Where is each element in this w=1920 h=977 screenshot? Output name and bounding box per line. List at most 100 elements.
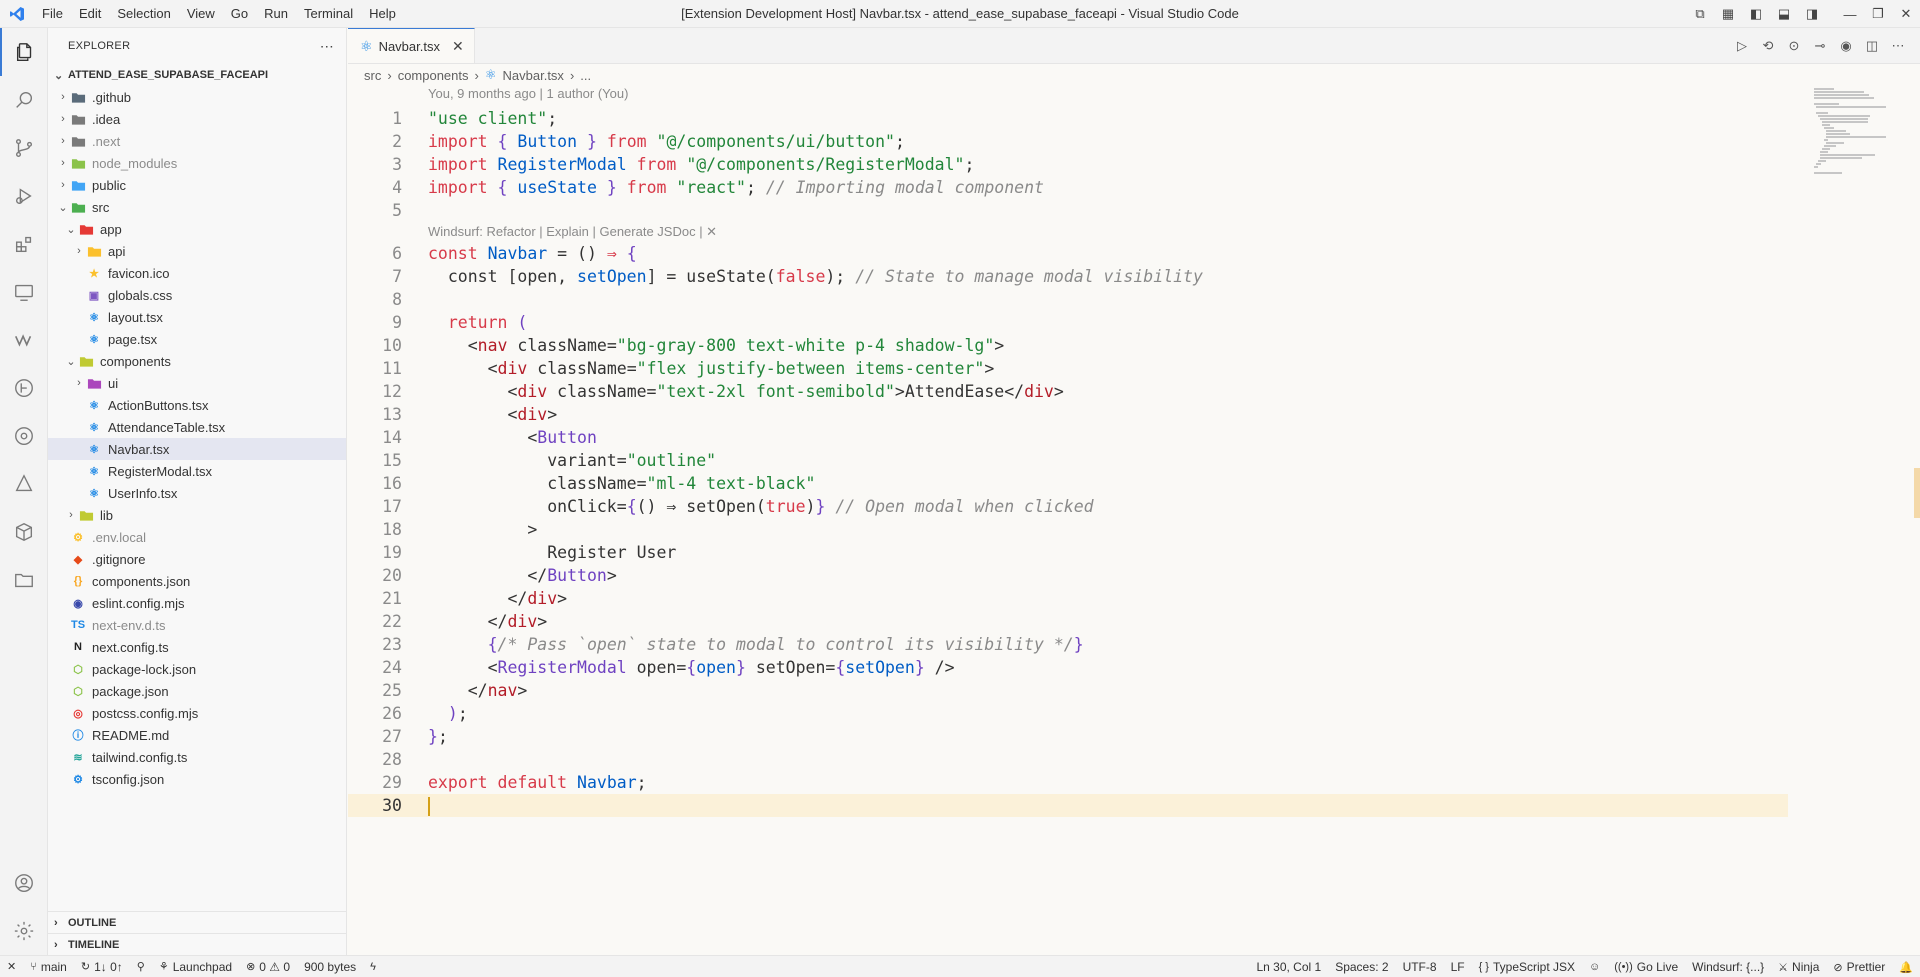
containers-icon[interactable]	[0, 508, 48, 556]
status-item[interactable]: Ln 30, Col 1	[1249, 960, 1328, 974]
tree-item[interactable]: ▣ globals.css	[48, 284, 346, 306]
code-editor[interactable]: 1 "use client"; 2 import { Button } from "@…	[348, 107, 1788, 817]
menu-help[interactable]: Help	[361, 0, 404, 28]
extensions-icon[interactable]	[0, 220, 48, 268]
tree-item[interactable]: {} components.json	[48, 570, 346, 592]
open-changes-icon[interactable]: ⟲	[1758, 36, 1778, 56]
tree-item[interactable]: ⬡ package-lock.json	[48, 658, 346, 680]
status-item[interactable]: 900 bytes	[297, 960, 363, 974]
status-item[interactable]: ⚘ Launchpad	[152, 960, 239, 974]
menu-edit[interactable]: Edit	[71, 0, 109, 28]
gitlens-inspect-icon[interactable]: ◉	[1836, 36, 1856, 56]
timeline-section[interactable]: › TIMELINE	[48, 933, 346, 955]
breadcrumb-item[interactable]: components	[398, 68, 469, 83]
status-item[interactable]: UTF-8	[1396, 960, 1444, 974]
toggle-panel-icon[interactable]: ⬓	[1770, 0, 1798, 28]
project-manager-icon[interactable]	[0, 556, 48, 604]
toggle-secondary-sidebar-icon[interactable]: ◨	[1798, 0, 1826, 28]
project-root[interactable]: ⌄ ATTEND_EASE_SUPABASE_FACEAPI	[48, 64, 346, 86]
menu-terminal[interactable]: Terminal	[296, 0, 361, 28]
more-actions-icon[interactable]: ⋯	[320, 38, 334, 55]
status-item[interactable]: ⑂ main	[23, 960, 74, 974]
source-control-icon[interactable]	[0, 124, 48, 172]
close-tab-icon[interactable]: ✕	[452, 38, 464, 55]
tree-item[interactable]: ⌄ src	[48, 196, 346, 218]
close-window-icon[interactable]: ✕	[1892, 0, 1920, 28]
tree-item[interactable]: ◉ eslint.config.mjs	[48, 592, 346, 614]
status-item[interactable]: ✕	[0, 960, 23, 973]
tree-item[interactable]: ⚛ page.tsx	[48, 328, 346, 350]
menu-view[interactable]: View	[179, 0, 223, 28]
status-item[interactable]: ⚔ Ninja	[1771, 960, 1826, 974]
tree-item[interactable]: ⚙ .env.local	[48, 526, 346, 548]
menu-go[interactable]: Go	[223, 0, 256, 28]
tree-item[interactable]: ⚛ UserInfo.tsx	[48, 482, 346, 504]
tree-item[interactable]: ⚙ tsconfig.json	[48, 768, 346, 790]
tree-item[interactable]: › api	[48, 240, 346, 262]
status-item[interactable]: { } TypeScript JSX	[1472, 960, 1582, 974]
tree-item[interactable]: ≋ tailwind.config.ts	[48, 746, 346, 768]
customize-layout-icon[interactable]: ▦	[1714, 0, 1742, 28]
tree-item[interactable]: ★ favicon.ico	[48, 262, 346, 284]
status-item[interactable]: 🔔	[1892, 961, 1920, 974]
git-graph-icon[interactable]	[0, 364, 48, 412]
tree-item[interactable]: TS next-env.d.ts	[48, 614, 346, 636]
breadcrumb-item[interactable]: Navbar.tsx	[503, 68, 564, 83]
windsurf-codelens[interactable]: Windsurf: Refactor | Explain | Generate …	[428, 222, 1788, 242]
breadcrumb-item[interactable]: ...	[580, 68, 591, 83]
run-debug-icon[interactable]	[0, 172, 48, 220]
status-item[interactable]: LF	[1444, 960, 1472, 974]
explorer-icon[interactable]	[0, 28, 48, 76]
toggle-sidebar-icon[interactable]: ◧	[1742, 0, 1770, 28]
tab-navbar[interactable]: ⚛ Navbar.tsx ✕	[348, 28, 475, 63]
tree-item[interactable]: ⚛ AttendanceTable.tsx	[48, 416, 346, 438]
tree-item[interactable]: › public	[48, 174, 346, 196]
tree-item[interactable]: › .idea	[48, 108, 346, 130]
windsurf-icon[interactable]	[0, 316, 48, 364]
tree-item[interactable]: ⓘ README.md	[48, 724, 346, 746]
deploy-icon[interactable]	[0, 460, 48, 508]
status-item[interactable]: ϟ	[363, 961, 383, 973]
next-change-icon[interactable]: ⊸	[1810, 36, 1830, 56]
tree-item[interactable]: ⌄ components	[48, 350, 346, 372]
tree-item[interactable]: Nnext.config.ts	[48, 636, 346, 658]
status-item[interactable]: Spaces: 2	[1328, 960, 1395, 974]
accounts-icon[interactable]	[0, 859, 48, 907]
tree-item[interactable]: ⌄ app	[48, 218, 346, 240]
scrollbar-marker[interactable]	[1914, 468, 1920, 518]
more-icon[interactable]: ⋯	[1888, 36, 1908, 56]
status-item[interactable]: ☺	[1582, 961, 1607, 973]
copilot-chat-icon[interactable]: ⧉	[1686, 0, 1714, 28]
tree-item[interactable]: › .next	[48, 130, 346, 152]
breadcrumb-item[interactable]: src	[364, 68, 381, 83]
outline-section[interactable]: › OUTLINE	[48, 911, 346, 933]
menu-selection[interactable]: Selection	[109, 0, 178, 28]
tree-item[interactable]: › node_modules	[48, 152, 346, 174]
status-item[interactable]: ⊗ 0 ⚠ 0	[239, 960, 297, 974]
run-icon[interactable]: ▷	[1732, 36, 1752, 56]
tree-item[interactable]: › lib	[48, 504, 346, 526]
search-icon[interactable]	[0, 76, 48, 124]
tree-item[interactable]: ⬡ package.json	[48, 680, 346, 702]
tree-item[interactable]: ⚛ ActionButtons.tsx	[48, 394, 346, 416]
remote-explorer-icon[interactable]	[0, 268, 48, 316]
settings-gear-icon[interactable]	[0, 907, 48, 955]
status-item[interactable]: ⊘ Prettier	[1826, 960, 1892, 974]
previous-change-icon[interactable]: ⊙	[1784, 36, 1804, 56]
tree-item[interactable]: ⚛ layout.tsx	[48, 306, 346, 328]
minimap[interactable]	[1810, 86, 1920, 955]
tree-item[interactable]: ⚛ RegisterModal.tsx	[48, 460, 346, 482]
status-item[interactable]: ⚲	[130, 960, 152, 973]
tree-item[interactable]: › ui	[48, 372, 346, 394]
tree-item[interactable]: ◎ postcss.config.mjs	[48, 702, 346, 724]
status-item[interactable]: ↻ 1↓ 0↑	[74, 960, 130, 974]
minimize-icon[interactable]: —	[1836, 0, 1864, 28]
gitlens-icon[interactable]	[0, 412, 48, 460]
status-item[interactable]: Windsurf: {...}	[1685, 960, 1771, 974]
tree-item[interactable]: ◆ .gitignore	[48, 548, 346, 570]
menu-run[interactable]: Run	[256, 0, 296, 28]
split-editor-icon[interactable]: ◫	[1862, 36, 1882, 56]
tree-item[interactable]: ⚛ Navbar.tsx	[48, 438, 346, 460]
tree-item[interactable]: › .github	[48, 86, 346, 108]
maximize-icon[interactable]: ❐	[1864, 0, 1892, 28]
